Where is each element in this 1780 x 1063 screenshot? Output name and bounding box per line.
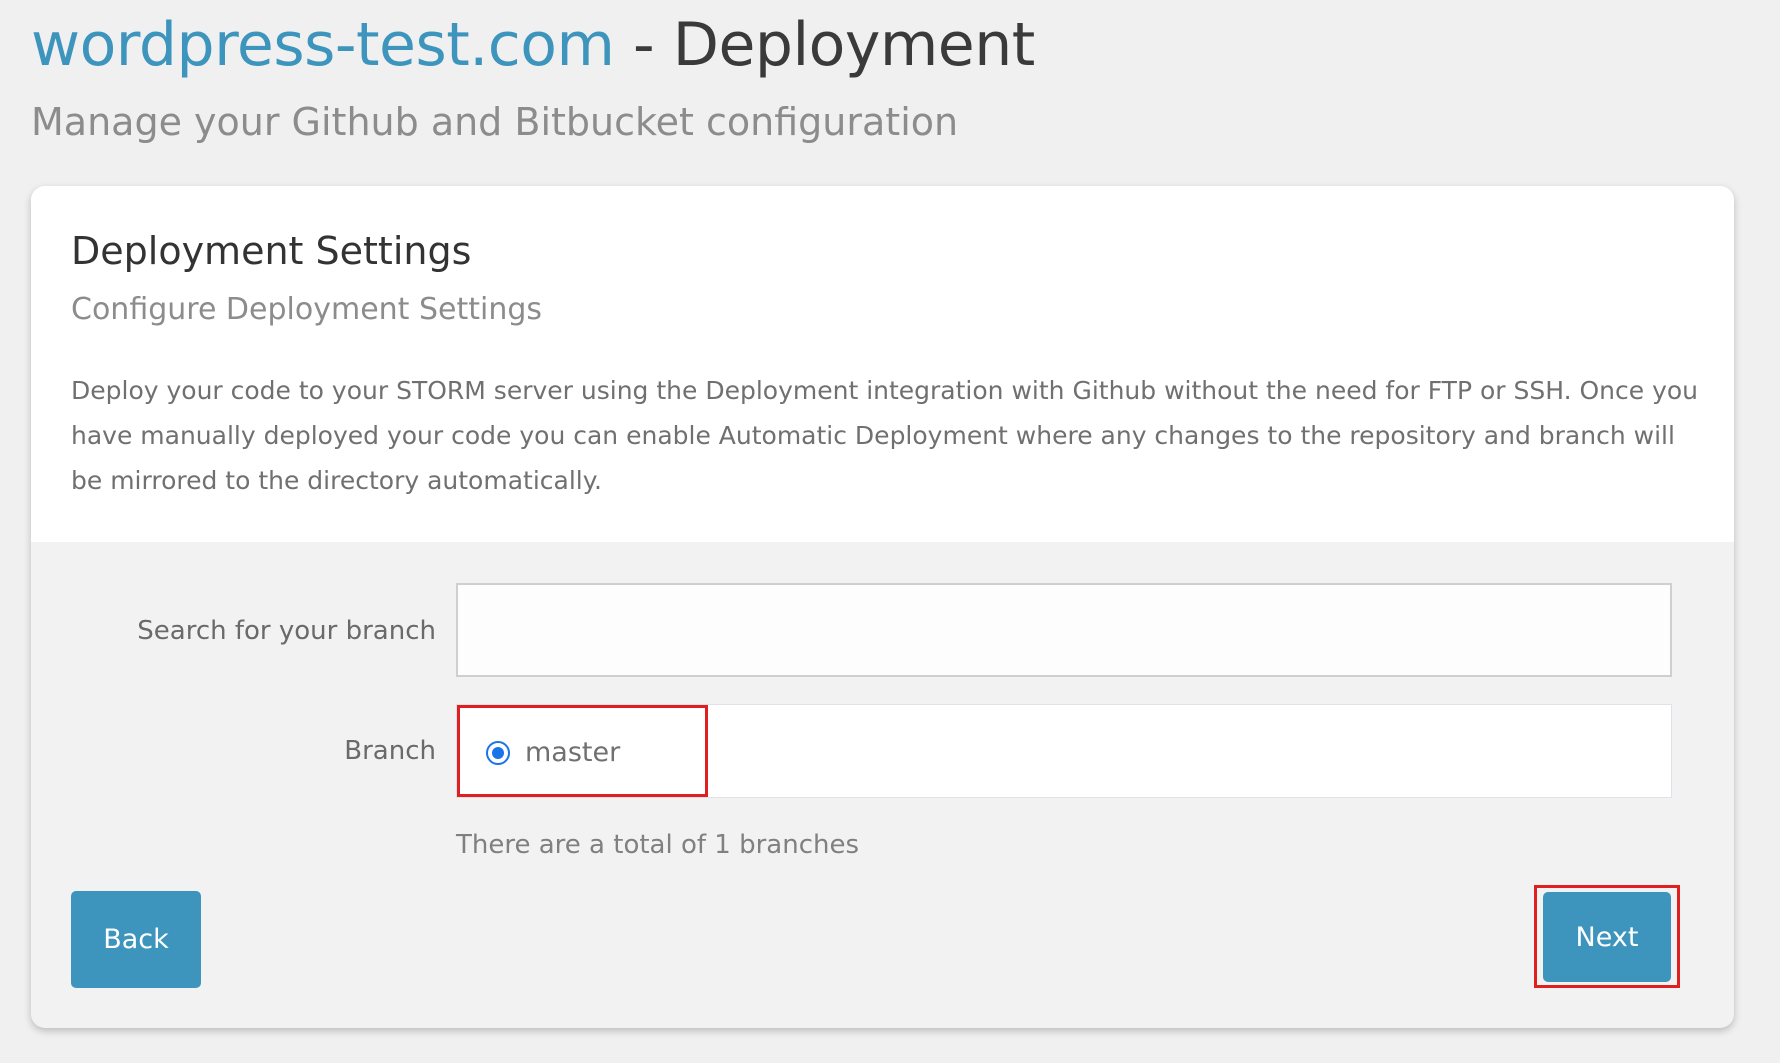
card-description: Deploy your code to your STORM server us… (71, 376, 1699, 495)
branch-label: Branch (344, 736, 436, 766)
page-title: wordpress-test.com - Deployment (31, 8, 1035, 82)
title-separator: - (614, 10, 673, 80)
branch-option-master[interactable]: master (457, 705, 708, 797)
card-subtitle: Configure Deployment Settings (71, 292, 543, 327)
card-header: Deployment Settings Configure Deployment… (31, 186, 1734, 542)
search-branch-label: Search for your branch (137, 616, 436, 646)
back-button[interactable]: Back (71, 891, 201, 988)
branch-name: master (525, 737, 621, 768)
page-subtitle: Manage your Github and Bitbucket configu… (31, 100, 959, 144)
site-name: wordpress-test.com (31, 10, 615, 80)
search-branch-input[interactable] (456, 583, 1672, 677)
card-title: Deployment Settings (71, 229, 472, 273)
next-button-highlight: Next (1534, 885, 1680, 988)
branch-radio-master[interactable] (486, 741, 510, 765)
branch-count-text: There are a total of 1 branches (456, 830, 860, 860)
branch-list: master (456, 704, 1672, 798)
deployment-settings-card: Deployment Settings Configure Deployment… (31, 186, 1734, 1028)
page-title-text: Deployment (672, 10, 1036, 80)
next-button[interactable]: Next (1543, 892, 1671, 982)
